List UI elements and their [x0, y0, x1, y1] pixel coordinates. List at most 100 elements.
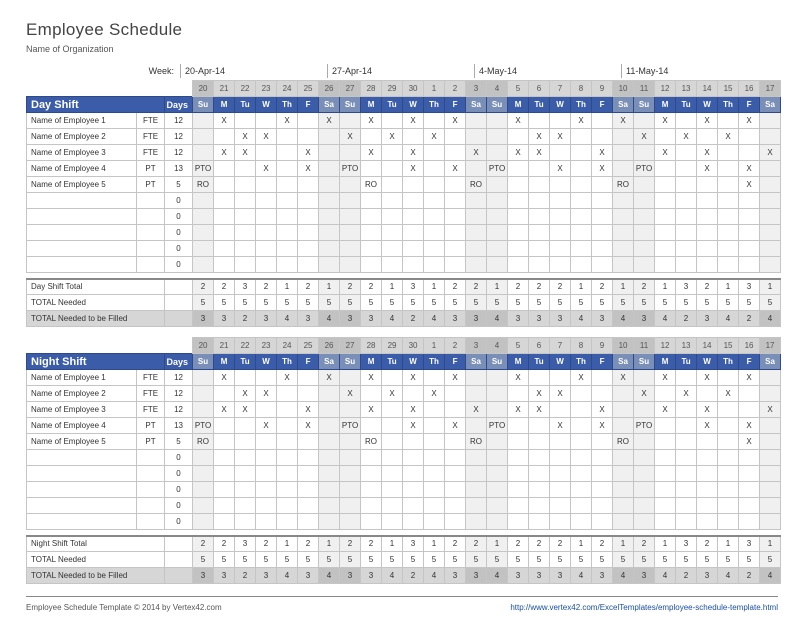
day-cell — [676, 418, 697, 434]
day-cell — [550, 402, 571, 418]
day-cell: X — [256, 418, 277, 434]
day-cell: 3 — [403, 279, 424, 295]
employee-days: 0 — [165, 498, 193, 514]
day-cell — [592, 129, 613, 145]
day-cell — [739, 466, 760, 482]
day-cell — [655, 177, 676, 193]
day-cell: 5 — [571, 552, 592, 568]
day-cell — [760, 225, 781, 241]
day-cell: X — [256, 161, 277, 177]
day-cell: 5 — [676, 295, 697, 311]
day-cell — [340, 145, 361, 161]
day-cell — [718, 209, 739, 225]
day-name: F — [445, 354, 466, 370]
day-cell — [298, 514, 319, 530]
employee-type: PT — [137, 177, 165, 193]
day-cell — [697, 498, 718, 514]
day-cell — [487, 241, 508, 257]
day-cell: 2 — [550, 536, 571, 552]
day-cell — [571, 241, 592, 257]
day-cell — [760, 482, 781, 498]
day-cell — [277, 257, 298, 273]
day-cell — [445, 177, 466, 193]
day-cell — [403, 177, 424, 193]
day-name: Tu — [382, 354, 403, 370]
day-num: 10 — [613, 338, 634, 354]
footer-link[interactable]: http://www.vertex42.com/ExcelTemplates/e… — [510, 603, 778, 612]
day-cell — [550, 145, 571, 161]
day-cell — [571, 450, 592, 466]
employee-days: 0 — [165, 514, 193, 530]
day-cell — [214, 498, 235, 514]
day-num: 21 — [214, 81, 235, 97]
employee-name: Name of Employee 3 — [27, 402, 137, 418]
employee-days: 12 — [165, 113, 193, 129]
day-cell — [592, 225, 613, 241]
day-cell — [550, 370, 571, 386]
day-cell — [403, 434, 424, 450]
day-cell — [760, 209, 781, 225]
day-cell: PTO — [634, 418, 655, 434]
day-cell — [613, 418, 634, 434]
day-cell — [487, 450, 508, 466]
day-cell — [676, 450, 697, 466]
day-cell: X — [298, 418, 319, 434]
day-cell — [319, 434, 340, 450]
day-cell — [424, 177, 445, 193]
day-cell: 3 — [193, 568, 214, 584]
day-cell: 5 — [424, 552, 445, 568]
day-cell — [466, 418, 487, 434]
day-cell: X — [298, 161, 319, 177]
day-cell: 5 — [676, 552, 697, 568]
day-cell — [508, 450, 529, 466]
day-cell — [550, 434, 571, 450]
day-cell — [319, 177, 340, 193]
day-num: 16 — [739, 81, 760, 97]
day-cell — [466, 129, 487, 145]
day-cell — [466, 386, 487, 402]
employee-name: Name of Employee 1 — [27, 113, 137, 129]
day-cell — [529, 225, 550, 241]
day-cell: 2 — [340, 279, 361, 295]
day-cell — [445, 402, 466, 418]
day-cell — [613, 161, 634, 177]
day-num: 8 — [571, 338, 592, 354]
day-cell: X — [361, 113, 382, 129]
day-cell — [382, 498, 403, 514]
day-name: W — [550, 354, 571, 370]
day-cell: X — [508, 370, 529, 386]
day-cell — [592, 466, 613, 482]
day-cell: 5 — [487, 295, 508, 311]
day-cell: 4 — [571, 568, 592, 584]
day-cell — [613, 193, 634, 209]
day-cell: 2 — [529, 279, 550, 295]
day-cell — [319, 482, 340, 498]
day-cell: 1 — [277, 536, 298, 552]
day-cell — [571, 177, 592, 193]
day-cell: 5 — [361, 552, 382, 568]
total-needed-label: TOTAL Needed — [27, 295, 165, 311]
day-cell — [277, 434, 298, 450]
day-cell: 5 — [319, 295, 340, 311]
day-cell: 5 — [550, 552, 571, 568]
day-cell: 5 — [424, 295, 445, 311]
day-cell: X — [760, 402, 781, 418]
day-cell — [235, 161, 256, 177]
day-cell — [676, 209, 697, 225]
day-cell — [235, 177, 256, 193]
day-cell — [655, 209, 676, 225]
day-cell — [466, 257, 487, 273]
day-cell: 3 — [739, 279, 760, 295]
day-cell — [718, 161, 739, 177]
day-cell — [235, 257, 256, 273]
employee-type — [137, 225, 165, 241]
day-cell: 3 — [298, 568, 319, 584]
day-cell — [277, 386, 298, 402]
employee-name — [27, 257, 137, 273]
day-cell — [298, 434, 319, 450]
day-cell — [214, 161, 235, 177]
day-cell: 2 — [466, 536, 487, 552]
day-cell: 2 — [340, 536, 361, 552]
day-cell: 5 — [592, 552, 613, 568]
day-cell — [697, 193, 718, 209]
